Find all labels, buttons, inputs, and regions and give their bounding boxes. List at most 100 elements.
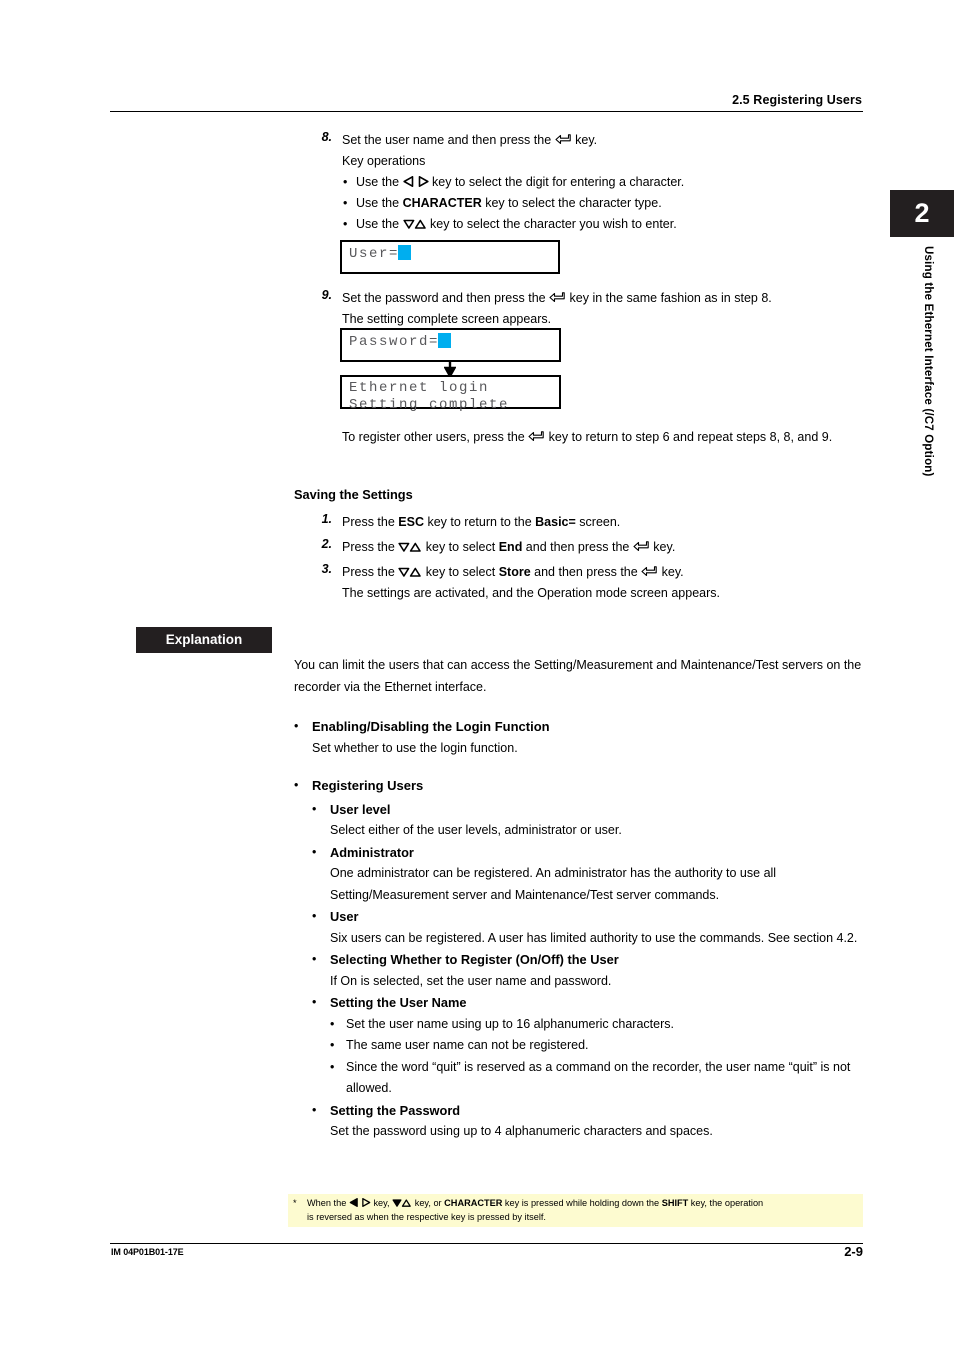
explanation-tag: Explanation (136, 627, 272, 653)
lcd-user-line1: User= (349, 245, 552, 262)
bullet-dot: • (330, 1038, 335, 1052)
explanation-sub-title: User (330, 909, 359, 924)
register-note-pre: To register other users, press the (342, 430, 529, 444)
bullet-dot: • (312, 844, 317, 859)
footnote-shift-key: SHIFT (661, 1198, 689, 1208)
bullet-dot: • (343, 175, 348, 189)
esc-key-label: ESC (398, 515, 424, 529)
footnote-p1: When the (307, 1198, 349, 1208)
saving-step-3-line2: The settings are activated, and the Oper… (342, 586, 721, 600)
saving-step-3: 3. Press the key to select Store and the… (310, 562, 870, 604)
saving-2-p6: key. (649, 540, 676, 554)
numbered-step-9-block: 9. Set the password and then press the k… (310, 288, 870, 330)
lcd-screen-user: User= (340, 240, 560, 274)
saving-2-p4: and then press the (522, 540, 633, 554)
saving-step-2-text: Press the key to select End and then pre… (342, 537, 870, 558)
step-9-text: Set the password and then press the key … (342, 288, 870, 309)
explanation-sub-setting-user-name: • Setting the User Name • Set the user na… (312, 992, 869, 1100)
saving-step-3-text: Press the key to select Store and then p… (342, 562, 870, 583)
explanation-item-title: Registering Users (312, 778, 424, 793)
footnote: * When the key, key, or CHARACTER key is … (288, 1194, 863, 1227)
bullet-dot: • (330, 1016, 335, 1031)
explanation-sub-title: Selecting Whether to Register (On/Off) t… (330, 952, 619, 967)
footnote-character-key: CHARACTER (444, 1198, 503, 1208)
enter-key-icon (528, 431, 545, 442)
up-down-arrow-key-icon (398, 541, 422, 552)
explanation-item-title: Enabling/Disabling the Login Function (312, 719, 550, 734)
explanation-tag-label: Explanation (165, 632, 243, 647)
bullet-dot: • (312, 909, 317, 923)
lcd-screen-complete: Ethernet login Setting complete (340, 375, 561, 413)
store-option-label: Store (498, 565, 531, 579)
lcd-screen-password: Password= (340, 328, 561, 362)
explanation-sub-desc: Six users can be registered. A user has … (330, 930, 858, 945)
bullet-dot: • (312, 801, 317, 816)
explanation-sub-administrator: • Administrator One administrator can be… (312, 842, 869, 907)
saving-step-3-number: 3. (321, 562, 332, 576)
explanation-sub-setting-password: • Setting the Password Set the password … (312, 1100, 869, 1143)
footnote-line-2: is reversed as when the respective key i… (307, 1211, 546, 1222)
chapter-side-label: Using the Ethernet Interface (/C7 Option… (890, 246, 954, 606)
key-op-1-post: key to select the digit for entering a c… (428, 175, 685, 189)
bullet-dot: • (312, 995, 317, 1009)
saving-2-p0: Press the (342, 540, 399, 554)
bullet-dot: • (294, 719, 299, 733)
saving-2-p2: key to select (422, 540, 499, 554)
explanation-sub-desc: If On is selected, set the user name and… (330, 973, 612, 988)
key-op-3-post: key to select the character you wish to … (426, 217, 677, 231)
key-op-2-post: key to select the character type. (481, 196, 662, 210)
step-9: 9. Set the password and then press the k… (310, 288, 870, 330)
saving-step-1-number: 1. (321, 512, 332, 526)
explanation-sub-desc: One administrator can be registered. An … (330, 866, 777, 902)
explanation-sub-title: Setting the User Name (330, 995, 467, 1010)
lcd-user-line2 (349, 262, 552, 279)
explanation-sub-desc: Select either of the user levels, admini… (330, 823, 622, 837)
explanation-sub-bullet: • The same user name can not be registere… (330, 1035, 869, 1057)
step-9-text-before: Set the password and then press the (342, 291, 550, 305)
saving-step-1: 1. Press the ESC key to return to the Ba… (310, 512, 870, 533)
up-down-arrow-key-icon (392, 1198, 412, 1207)
basic-screen-label: Basic= (535, 515, 576, 529)
footnote-p2: key, (370, 1198, 393, 1208)
explanation-sub-user-level: • User level Select either of the user l… (312, 799, 869, 842)
saving-3-p2: key to select (422, 565, 499, 579)
chapter-side-label-text: Using the Ethernet Interface (/C7 Option… (922, 246, 934, 477)
chapter-number: 2 (914, 198, 930, 228)
step-8-text-after: key. (571, 133, 598, 147)
lcd-password-line1: Password= (349, 333, 553, 350)
left-right-arrow-key-icon (402, 176, 429, 187)
enter-key-icon (549, 292, 566, 303)
down-arrow-icon (443, 361, 457, 379)
saving-1-p4: screen. (575, 515, 621, 529)
saving-3-p0: Press the (342, 565, 399, 579)
key-op-bullet-3: • Use the key to select the character you… (342, 214, 870, 235)
lcd-cursor-block (398, 245, 412, 260)
saving-3-p6: key. (658, 565, 684, 579)
up-down-arrow-key-icon (402, 218, 427, 229)
footnote-marker: * (293, 1198, 297, 1208)
step-8-number: 8. (321, 130, 332, 144)
explanation-item-registering-users: • Registering Users (294, 775, 869, 797)
explanation-sub-bullet-text: Since the word “quit” is reserved as a c… (346, 1059, 851, 1096)
lcd-complete-line2: Setting complete (349, 397, 510, 413)
saving-step-1-text: Press the ESC key to return to the Basic… (342, 512, 870, 533)
key-op-2-pre: Use the (356, 196, 403, 210)
explanation-sub-user: • User Six users can be registered. A us… (312, 906, 869, 949)
lcd-complete-line1: Ethernet login (349, 380, 490, 396)
explanation-sub-bullet-text: Set the user name using up to 16 alphanu… (346, 1016, 674, 1031)
explanation-body: You can limit the users that can access … (294, 655, 869, 1143)
saving-step-2: 2. Press the key to select End and then … (310, 537, 870, 558)
bullet-dot: • (312, 952, 317, 966)
step-9-number: 9. (321, 288, 332, 302)
key-op-bullet-1: • Use the key to select the digit for ent… (342, 172, 870, 193)
key-op-1-pre: Use the (356, 175, 403, 189)
explanation-sub-bullet: • Since the word “quit” is reserved as a … (330, 1057, 869, 1100)
key-op-bullet-2: • Use the CHARACTER key to select the cha… (342, 193, 870, 214)
chapter-tab: 2 (890, 190, 954, 237)
lcd-cursor-block (438, 333, 452, 348)
bullet-dot: • (294, 778, 299, 792)
saving-3-p4: and then press the (530, 565, 642, 579)
numbered-steps-block: 8. Set the user name and then press the … (310, 130, 870, 235)
explanation-intro: You can limit the users that can access … (294, 658, 862, 694)
